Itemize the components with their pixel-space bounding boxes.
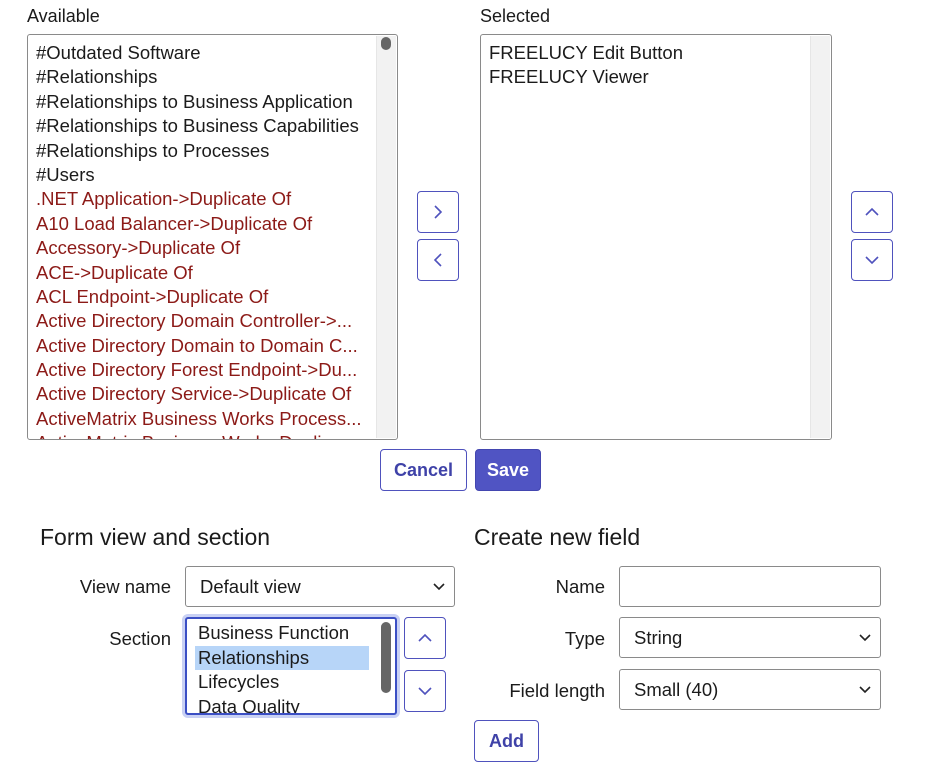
- section-listbox[interactable]: Business Function Relationships Lifecycles…: [185, 617, 397, 715]
- form-view-title: Form view and section: [40, 524, 271, 550]
- move-up-button[interactable]: [851, 191, 893, 233]
- available-option[interactable]: Active Directory Domain to Domain C...: [36, 334, 373, 358]
- available-option[interactable]: Active Directory Service->Duplicate Of: [36, 382, 373, 406]
- selected-option[interactable]: FREELUCY Viewer: [489, 65, 807, 89]
- available-option[interactable]: ActiveMatrix Business Works Duplic...: [36, 431, 373, 439]
- chevron-up-icon: [865, 207, 879, 216]
- chevron-right-icon: [434, 205, 443, 219]
- cancel-button[interactable]: Cancel: [380, 449, 467, 491]
- available-option[interactable]: #Relationships to Business Application: [36, 90, 373, 114]
- section-option[interactable]: Lifecycles: [195, 670, 369, 695]
- available-option[interactable]: .NET Application->Duplicate Of: [36, 187, 373, 211]
- available-option[interactable]: #Relationships to Business Capabilities: [36, 114, 373, 138]
- field-length-label: Field length: [509, 680, 605, 701]
- name-input[interactable]: [619, 566, 881, 607]
- available-option[interactable]: #Users: [36, 163, 373, 187]
- selected-option[interactable]: FREELUCY Edit Button: [489, 41, 807, 65]
- available-listbox[interactable]: #Outdated Software #Relationships #Relatio…: [27, 34, 398, 440]
- available-option[interactable]: Accessory->Duplicate Of: [36, 236, 373, 260]
- type-value: String: [634, 626, 683, 648]
- new-field-title: Create new field: [474, 524, 641, 550]
- name-label: Name: [555, 576, 605, 597]
- field-length-select[interactable]: Small (40): [619, 669, 881, 710]
- section-label: Section: [109, 628, 171, 649]
- available-option[interactable]: #Outdated Software: [36, 41, 373, 65]
- chevron-up-icon: [418, 633, 432, 642]
- chevron-down-icon: [859, 685, 871, 693]
- view-name-label: View name: [79, 576, 171, 597]
- move-down-button[interactable]: [851, 239, 893, 281]
- section-move-up-button[interactable]: [404, 617, 446, 659]
- selected-scrollbar[interactable]: [810, 36, 830, 438]
- save-button[interactable]: Save: [475, 449, 541, 491]
- field-length-value: Small (40): [634, 678, 719, 700]
- available-option[interactable]: Active Directory Forest Endpoint->Du...: [36, 358, 373, 382]
- view-name-select[interactable]: Default view: [185, 566, 455, 607]
- section-scroll-thumb[interactable]: [381, 622, 391, 693]
- move-left-button[interactable]: [417, 239, 459, 281]
- available-option[interactable]: ActiveMatrix Business Works Process...: [36, 407, 373, 431]
- chevron-left-icon: [433, 253, 442, 267]
- section-move-down-button[interactable]: [404, 670, 446, 712]
- selected-label: Selected: [480, 6, 551, 26]
- available-label: Available: [27, 6, 100, 26]
- selected-items: FREELUCY Edit Button FREELUCY Viewer: [489, 41, 807, 90]
- section-items: Business Function Relationships Lifecycles…: [195, 621, 369, 714]
- section-option[interactable]: Relationships: [195, 645, 369, 670]
- move-right-button[interactable]: [417, 191, 459, 233]
- available-option[interactable]: Active Directory Domain Controller->...: [36, 309, 373, 333]
- available-scrollbar[interactable]: [376, 36, 396, 438]
- chevron-down-icon: [859, 633, 871, 641]
- view-name-value: Default view: [200, 575, 301, 597]
- add-button[interactable]: Add: [474, 720, 539, 762]
- available-option[interactable]: #Relationships: [36, 65, 373, 89]
- available-option[interactable]: #Relationships to Processes: [36, 139, 373, 163]
- selected-listbox[interactable]: FREELUCY Edit Button FREELUCY Viewer: [480, 34, 832, 440]
- available-scroll-thumb[interactable]: [381, 37, 391, 50]
- available-option[interactable]: A10 Load Balancer->Duplicate Of: [36, 212, 373, 236]
- section-option[interactable]: Data Quality: [195, 695, 369, 714]
- chevron-down-icon: [433, 582, 445, 590]
- chevron-down-icon: [418, 687, 432, 696]
- section-option[interactable]: Business Function: [195, 621, 369, 646]
- type-label: Type: [564, 628, 605, 649]
- available-option[interactable]: ACE->Duplicate Of: [36, 261, 373, 285]
- chevron-down-icon: [865, 256, 879, 265]
- available-option[interactable]: ACL Endpoint->Duplicate Of: [36, 285, 373, 309]
- type-select[interactable]: String: [619, 617, 881, 658]
- available-items: #Outdated Software #Relationships #Relatio…: [36, 41, 373, 439]
